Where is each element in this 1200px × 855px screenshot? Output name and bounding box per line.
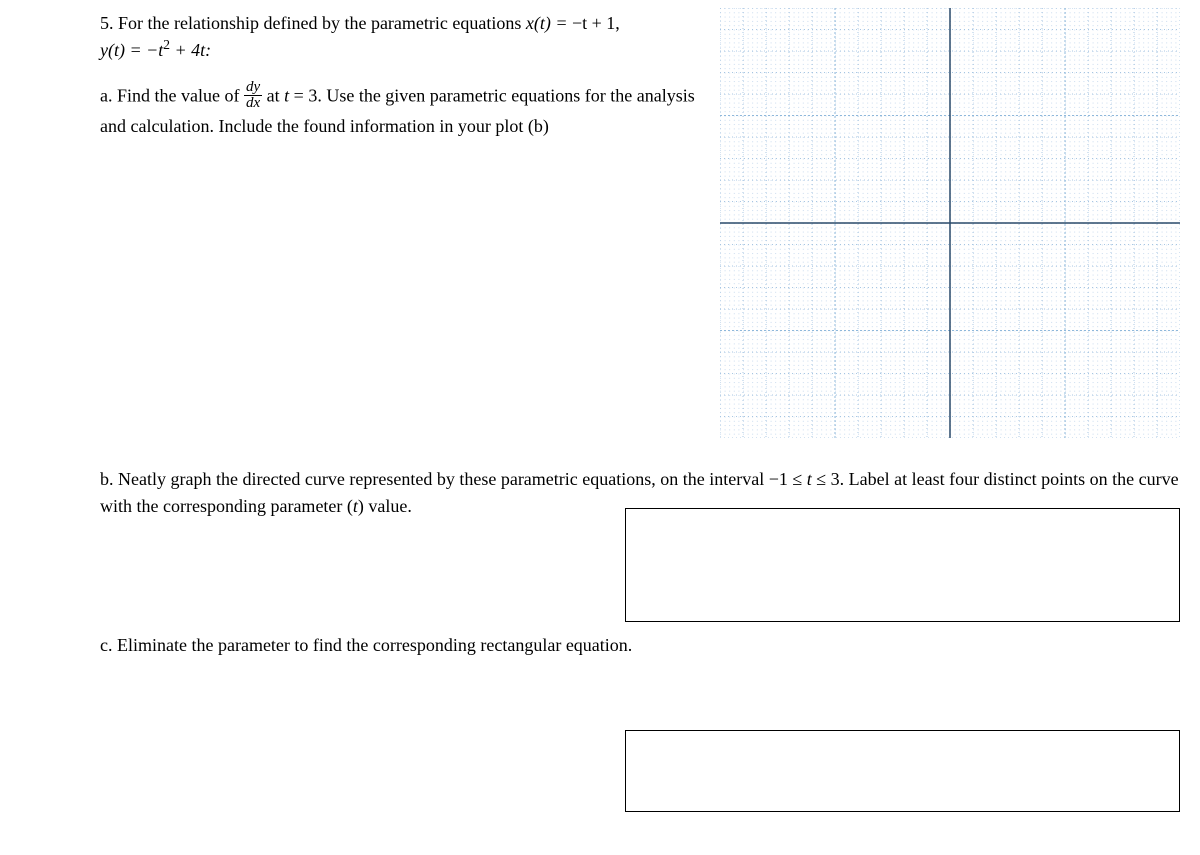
yt-rhs-b: + 4t: — [170, 40, 211, 60]
part-a: a. Find the value of dydx at t = 3. Use … — [100, 82, 720, 140]
yt-rhs-a: −t — [146, 40, 163, 60]
part-b-label: b. — [100, 469, 114, 489]
answer-box-b — [625, 508, 1180, 622]
question-intro: 5. For the relationship defined by the p… — [100, 10, 720, 64]
part-c-label: c. — [100, 635, 113, 655]
xt-rhs: −t + 1, — [572, 13, 620, 33]
part-c: c. Eliminate the parameter to find the c… — [100, 632, 1180, 659]
part-a-before: Find the value of — [117, 86, 244, 106]
dy-dx-fraction: dydx — [244, 80, 262, 111]
part-b-before: Neatly graph the directed curve represen… — [118, 469, 807, 489]
graph-grid — [720, 8, 1180, 438]
part-a-label: a. — [100, 86, 113, 106]
answer-box-c — [625, 730, 1180, 812]
part-b-after: ) value. — [358, 496, 412, 516]
intro-text: For the relationship defined by the para… — [118, 13, 526, 33]
frac-num: dy — [244, 80, 262, 96]
xt-lhs: x(t) = — [526, 13, 572, 33]
frac-den: dx — [244, 96, 262, 111]
yt-lhs: y(t) = — [100, 40, 146, 60]
part-a-after1: at — [262, 86, 284, 106]
question-number: 5. — [100, 13, 114, 33]
part-c-text: Eliminate the parameter to find the corr… — [117, 635, 632, 655]
